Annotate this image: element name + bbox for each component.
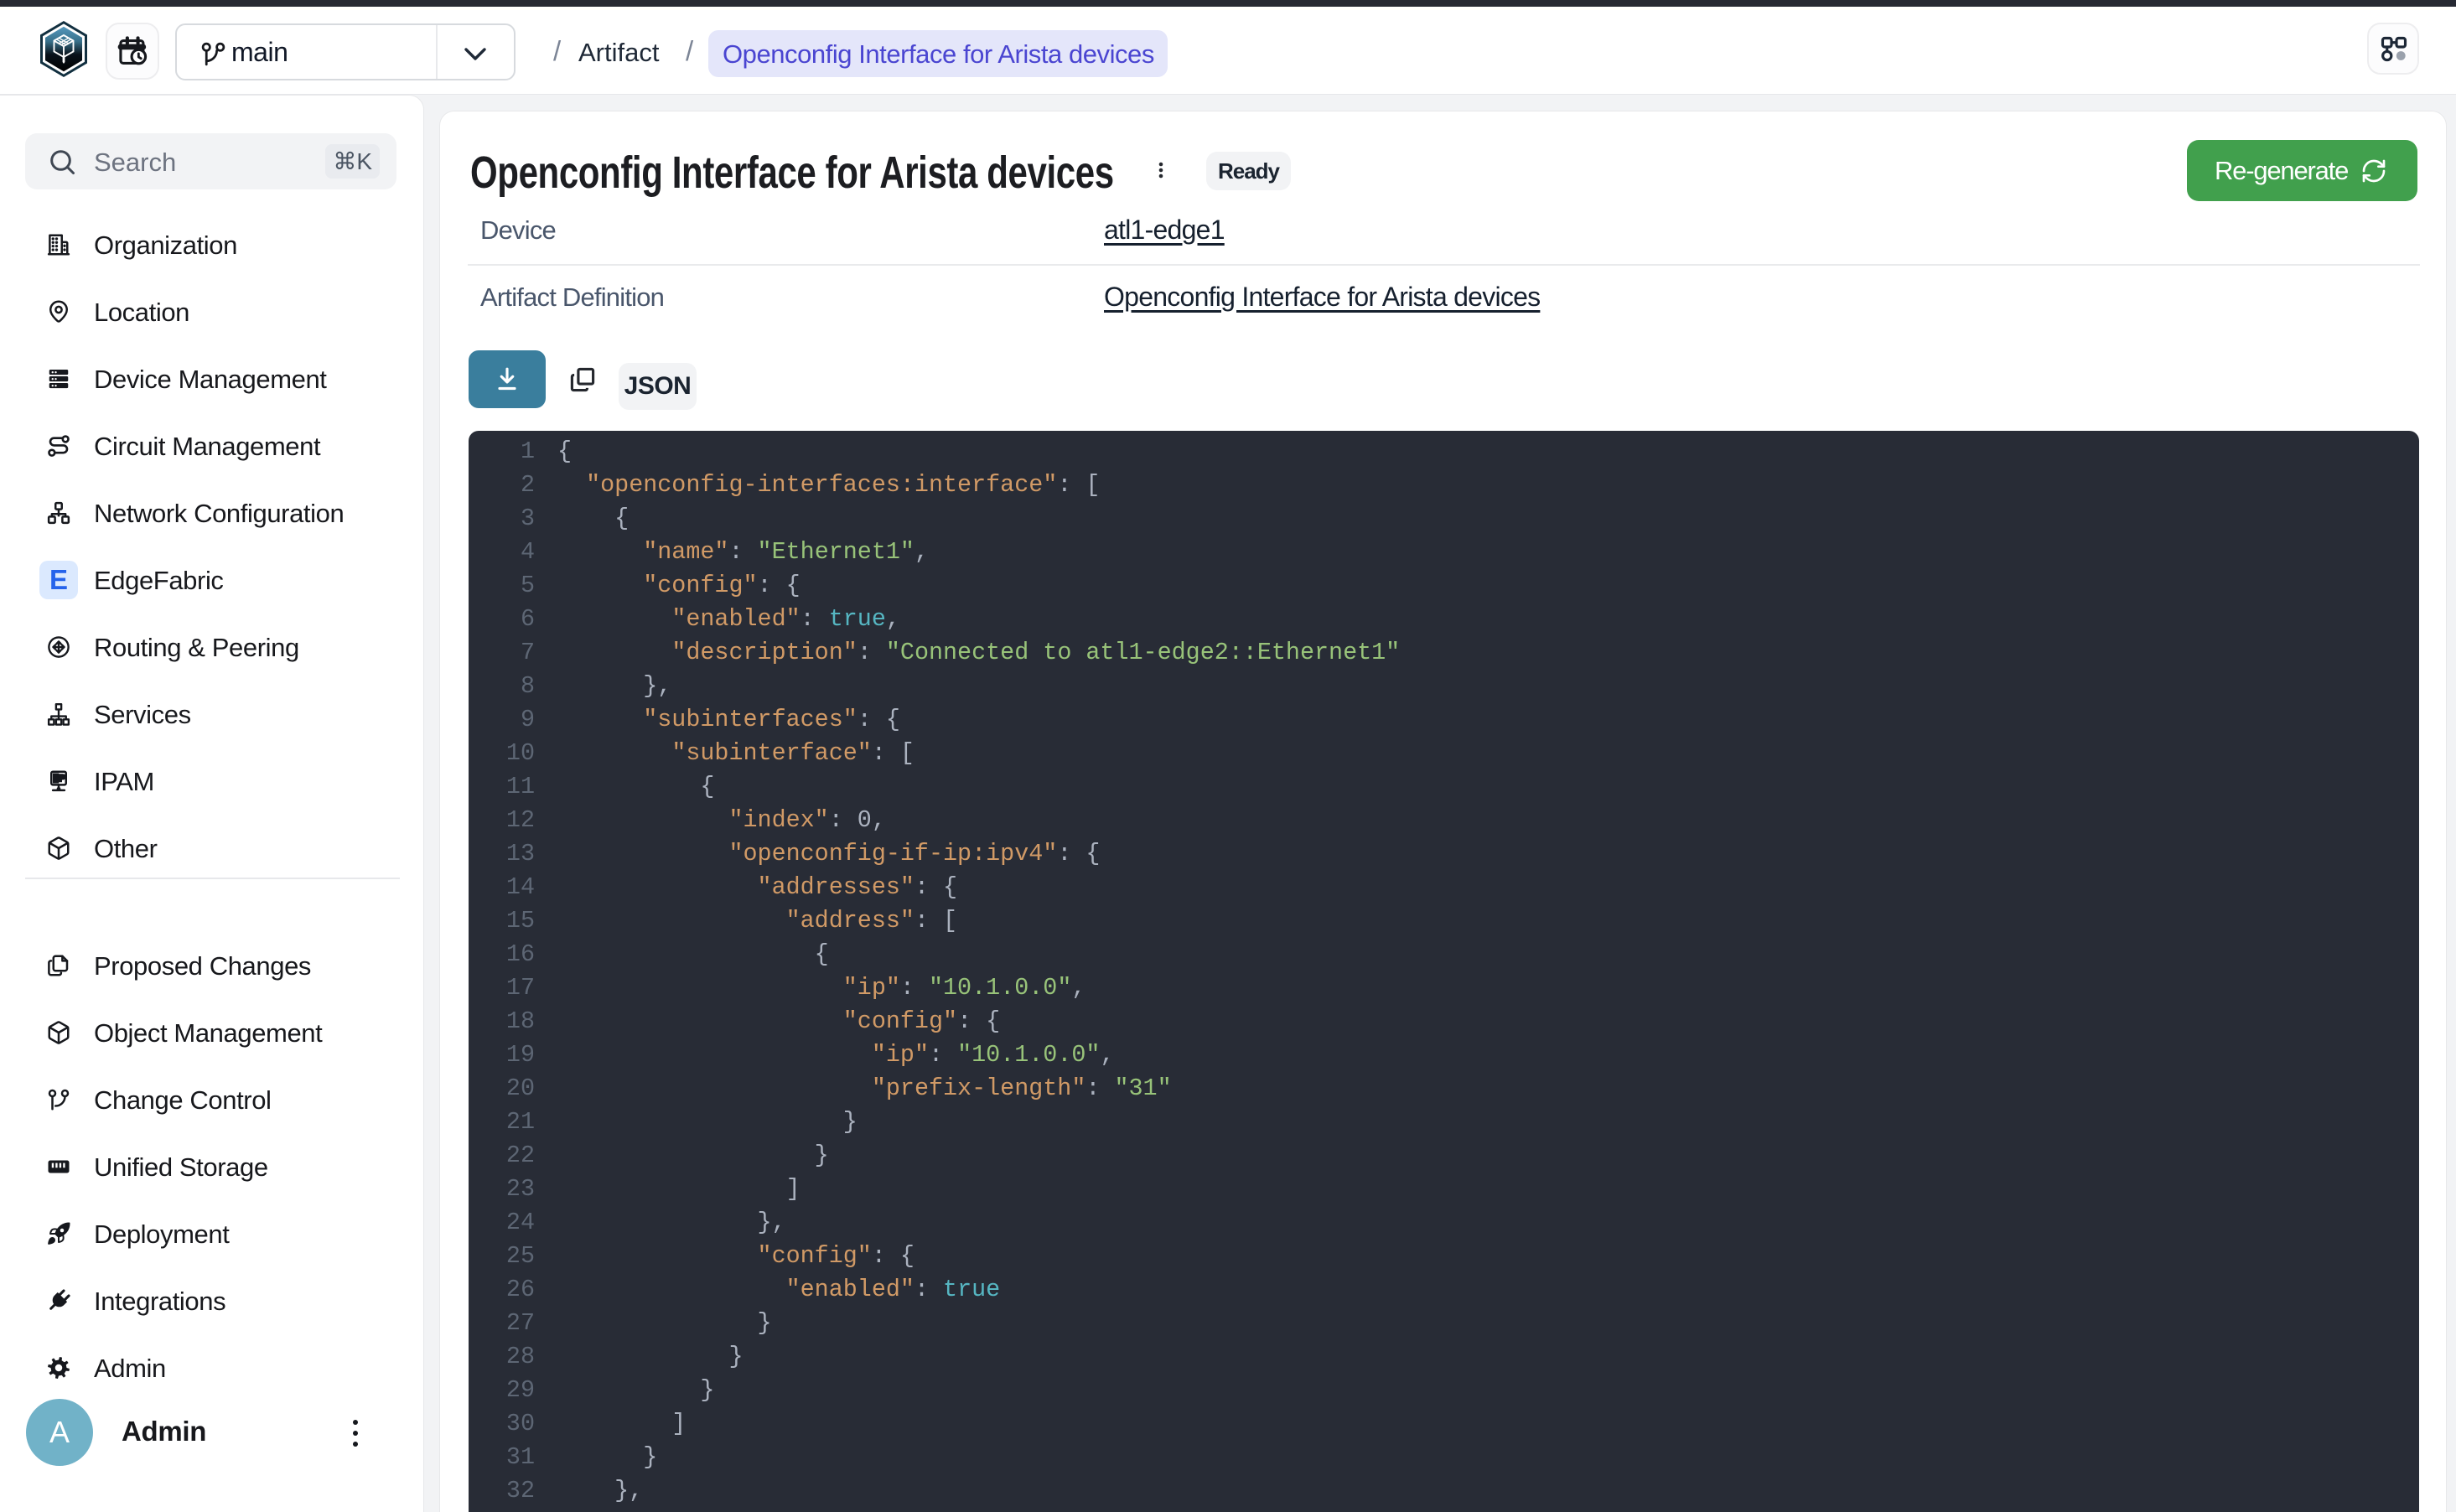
svg-text:P: P: [59, 774, 65, 784]
svg-text:I: I: [54, 774, 57, 784]
